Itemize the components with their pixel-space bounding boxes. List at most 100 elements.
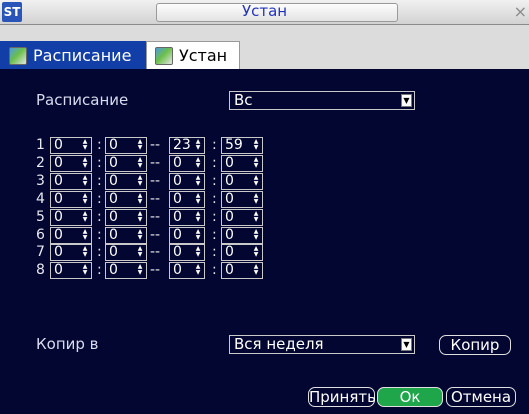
- up-down-arrows-icon: ▲ ▼: [137, 209, 143, 223]
- start-minute-value: 0: [109, 226, 118, 243]
- end-minute-spinner[interactable]: 0 ▲ ▼: [221, 226, 263, 244]
- up-down-arrows-icon: ▲ ▼: [253, 191, 259, 205]
- end-minute-spinner[interactable]: 59 ▲ ▼: [221, 137, 263, 154]
- ok-button[interactable]: Ок: [377, 387, 443, 407]
- period-number: 1: [36, 137, 45, 153]
- time-separator: :: [97, 262, 102, 279]
- up-down-arrows-icon: ▲ ▼: [82, 155, 88, 169]
- end-minute-spinner[interactable]: 0 ▲ ▼: [221, 190, 263, 208]
- end-hour-spinner[interactable]: 0 ▲ ▼: [169, 262, 205, 280]
- cancel-button[interactable]: Отмена: [446, 387, 516, 407]
- close-icon[interactable]: ×: [514, 2, 527, 21]
- start-hour-spinner[interactable]: 0 ▲ ▼: [50, 137, 92, 154]
- end-hour-spinner[interactable]: 0 ▲ ▼: [169, 190, 205, 208]
- up-down-arrows-icon: ▲ ▼: [82, 245, 88, 259]
- period-number: 6: [36, 226, 45, 243]
- end-hour-spinner[interactable]: 23 ▲ ▼: [169, 137, 205, 154]
- start-minute-spinner[interactable]: 0 ▲ ▼: [105, 137, 147, 154]
- start-minute-spinner[interactable]: 0 ▲ ▼: [105, 208, 147, 226]
- period-row: 6 0 ▲ ▼ 0 ▲ ▼ 0 ▲ ▼ 0 ▲ ▼: --:: [36, 226, 276, 244]
- end-minute-spinner[interactable]: 0 ▲ ▼: [221, 172, 263, 190]
- time-separator: --: [150, 226, 161, 243]
- tab-setup-label: Устан: [179, 46, 228, 65]
- picture-icon: [9, 46, 27, 65]
- up-down-arrows-icon: ▲ ▼: [195, 209, 201, 223]
- start-minute-spinner[interactable]: 0 ▲ ▼: [105, 172, 147, 190]
- time-separator: :: [212, 226, 217, 243]
- up-down-arrows-icon: ▲ ▼: [137, 227, 143, 241]
- start-hour-spinner[interactable]: 0 ▲ ▼: [50, 262, 92, 280]
- start-hour-spinner[interactable]: 0 ▲ ▼: [50, 226, 92, 244]
- up-down-arrows-icon: ▲ ▼: [253, 227, 259, 241]
- time-separator: --: [150, 190, 161, 207]
- apply-button[interactable]: Принять: [308, 387, 376, 407]
- start-minute-spinner[interactable]: 0 ▲ ▼: [105, 154, 147, 172]
- time-separator: :: [212, 262, 217, 279]
- start-minute-spinner[interactable]: 0 ▲ ▼: [105, 244, 147, 262]
- period-number: 4: [36, 190, 45, 207]
- time-separator: :: [97, 226, 102, 243]
- time-separator: --: [150, 208, 161, 225]
- chevron-down-icon: ▼: [401, 94, 412, 107]
- end-hour-spinner[interactable]: 0 ▲ ▼: [169, 226, 205, 244]
- period-number: 5: [36, 208, 45, 225]
- end-minute-value: 0: [225, 172, 234, 189]
- schedule-label: Расписание: [36, 91, 129, 109]
- up-down-arrows-icon: ▲ ▼: [137, 138, 143, 151]
- period-row: 5 0 ▲ ▼ 0 ▲ ▼ 0 ▲ ▼ 0 ▲ ▼: --:: [36, 208, 276, 226]
- period-row: 2 0 ▲ ▼ 0 ▲ ▼ 0 ▲ ▼ 0 ▲ ▼: --:: [36, 154, 276, 172]
- start-hour-spinner[interactable]: 0 ▲ ▼: [50, 208, 92, 226]
- end-minute-value: 0: [225, 262, 234, 279]
- end-hour-value: 0: [173, 172, 182, 189]
- up-down-arrows-icon: ▲ ▼: [137, 191, 143, 205]
- time-separator: :: [97, 208, 102, 225]
- start-hour-value: 0: [54, 154, 63, 171]
- end-hour-value: 0: [173, 262, 182, 279]
- period-number: 8: [36, 262, 45, 279]
- copy-target-select[interactable]: Вся неделя ▼: [229, 335, 415, 354]
- start-hour-spinner[interactable]: 0 ▲ ▼: [50, 154, 92, 172]
- tab-schedule-label: Расписание: [33, 46, 132, 65]
- up-down-arrows-icon: ▲ ▼: [253, 263, 259, 277]
- up-down-arrows-icon: ▲ ▼: [195, 173, 201, 187]
- copy-target-value: Вся неделя: [234, 335, 324, 353]
- up-down-arrows-icon: ▲ ▼: [253, 245, 259, 259]
- end-minute-spinner[interactable]: 0 ▲ ▼: [221, 262, 263, 280]
- up-down-arrows-icon: ▲ ▼: [82, 173, 88, 187]
- up-down-arrows-icon: ▲ ▼: [137, 245, 143, 259]
- day-select[interactable]: Вс ▼: [229, 91, 415, 110]
- start-minute-spinner[interactable]: 0 ▲ ▼: [105, 226, 147, 244]
- start-hour-spinner[interactable]: 0 ▲ ▼: [50, 190, 92, 208]
- settings-window: ST Устан × Расписание Устан Расписание В…: [0, 0, 529, 414]
- time-separator: :: [212, 244, 217, 261]
- up-down-arrows-icon: ▲ ▼: [195, 138, 201, 151]
- time-separator: :: [97, 154, 102, 171]
- start-minute-value: 0: [109, 154, 118, 171]
- start-hour-value: 0: [54, 137, 63, 153]
- end-minute-spinner[interactable]: 0 ▲ ▼: [221, 154, 263, 172]
- picture-icon: [155, 46, 173, 65]
- start-minute-value: 0: [109, 190, 118, 207]
- copy-button[interactable]: Копир: [439, 335, 511, 355]
- start-minute-spinner[interactable]: 0 ▲ ▼: [105, 262, 147, 280]
- up-down-arrows-icon: ▲ ▼: [82, 263, 88, 277]
- time-separator: --: [150, 154, 161, 171]
- end-hour-spinner[interactable]: 0 ▲ ▼: [169, 208, 205, 226]
- period-row: 8 0 ▲ ▼ 0 ▲ ▼ 0 ▲ ▼ 0 ▲ ▼: --:: [36, 262, 276, 280]
- tab-schedule[interactable]: Расписание: [0, 41, 146, 69]
- tab-setup[interactable]: Устан: [146, 41, 240, 69]
- copy-to-label: Копир в: [36, 335, 99, 353]
- period-number: 3: [36, 172, 45, 189]
- start-hour-spinner[interactable]: 0 ▲ ▼: [50, 244, 92, 262]
- end-hour-value: 0: [173, 190, 182, 207]
- end-hour-spinner[interactable]: 0 ▲ ▼: [169, 154, 205, 172]
- end-minute-spinner[interactable]: 0 ▲ ▼: [221, 244, 263, 262]
- end-minute-value: 0: [225, 208, 234, 225]
- start-minute-spinner[interactable]: 0 ▲ ▼: [105, 190, 147, 208]
- end-hour-spinner[interactable]: 0 ▲ ▼: [169, 172, 205, 190]
- end-hour-spinner[interactable]: 0 ▲ ▼: [169, 244, 205, 262]
- period-number: 7: [36, 244, 45, 261]
- end-minute-spinner[interactable]: 0 ▲ ▼: [221, 208, 263, 226]
- start-hour-spinner[interactable]: 0 ▲ ▼: [50, 172, 92, 190]
- end-minute-value: 0: [225, 190, 234, 207]
